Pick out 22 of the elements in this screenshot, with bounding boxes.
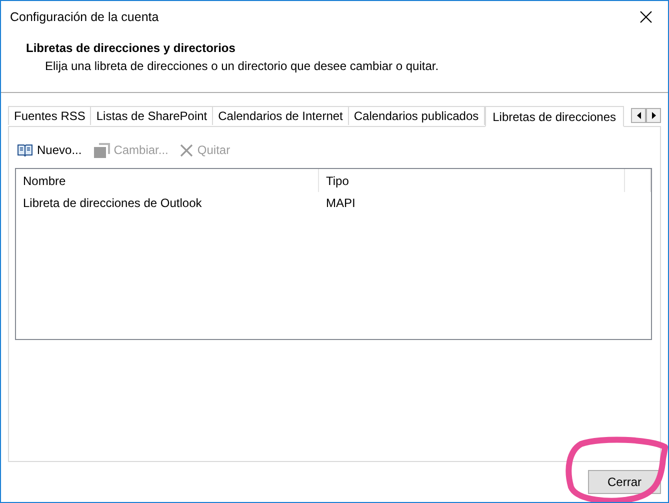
close-icon xyxy=(640,10,652,22)
tab[interactable]: Calendarios de Internet xyxy=(212,106,348,125)
tab[interactable]: Fuentes RSS xyxy=(8,106,90,125)
column-header[interactable]: Tipo xyxy=(319,169,625,192)
book-icon xyxy=(17,143,33,157)
tab[interactable]: Libretas de direcciones xyxy=(484,106,624,127)
left-triangle-icon xyxy=(636,112,640,119)
section-heading: Libretas de direcciones y directorios xyxy=(26,41,236,55)
x-icon xyxy=(180,144,194,156)
scroll-left-button[interactable] xyxy=(631,108,646,123)
table-cell: MAPI xyxy=(326,196,356,210)
scroll-right-button[interactable] xyxy=(646,108,661,123)
column-header[interactable]: Nombre xyxy=(16,169,319,192)
close-dialog-button[interactable]: Cerrar xyxy=(588,470,661,494)
tab[interactable]: Listas de SharePoint xyxy=(90,106,212,125)
right-triangle-icon xyxy=(652,112,656,119)
stacked-squares-icon xyxy=(94,142,110,158)
section-description: Elija una libreta de direcciones o un directorio que desee cambiar o quitar. xyxy=(45,59,440,73)
table-cell: Libreta de direcciones de Outlook xyxy=(23,196,202,210)
tab[interactable]: Calendarios publicados xyxy=(348,106,485,125)
window-title: Configuración de la cuenta xyxy=(10,10,159,24)
toolbar-button[interactable]: Nuevo... xyxy=(15,143,84,157)
